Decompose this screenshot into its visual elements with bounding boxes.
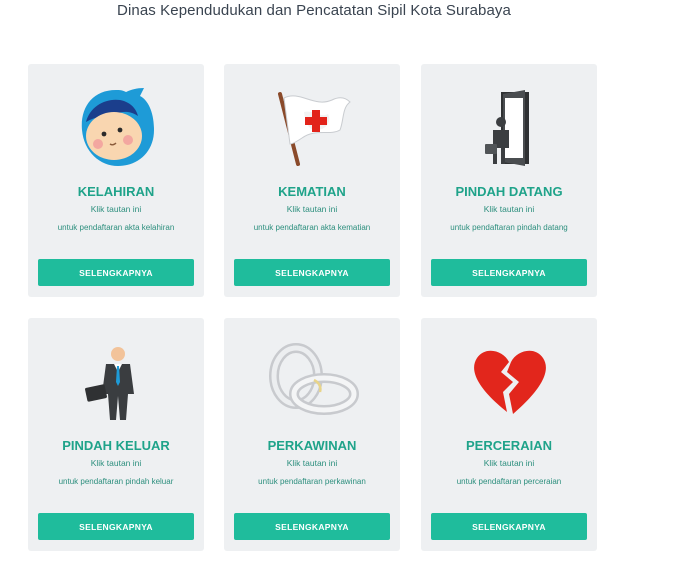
selengkapnya-button[interactable]: SELENGKAPNYA [38,513,194,540]
card-description: untuk pendaftaran pindah datang [450,223,568,232]
card-subtitle: Klik tautan ini [90,458,142,468]
card-title: PERCERAIAN [466,438,552,453]
card-description: untuk pendaftaran akta kematian [253,223,371,232]
card-pindah-keluar: PINDAH KELUAR Klik tautan ini untuk pend… [28,318,204,551]
card-title: PINDAH KELUAR [62,438,170,453]
card-title: PERKAWINAN [267,438,357,453]
selengkapnya-button[interactable]: SELENGKAPNYA [431,259,587,286]
broken-heart-icon [421,340,597,424]
wedding-rings-icon [224,340,400,424]
card-title: KELAHIRAN [77,184,155,199]
card-title: PINDAH DATANG [455,184,563,199]
card-kelahiran: KELAHIRAN Klik tautan ini untuk pendafta… [28,64,204,297]
red-cross-flag-icon [224,86,400,170]
card-kematian: KEMATIAN Klik tautan ini untuk pendaftar… [224,64,400,297]
selengkapnya-button[interactable]: SELENGKAPNYA [234,259,390,286]
card-subtitle: Klik tautan ini [286,458,338,468]
selengkapnya-button[interactable]: SELENGKAPNYA [38,259,194,286]
selengkapnya-button[interactable]: SELENGKAPNYA [234,513,390,540]
card-subtitle: Klik tautan ini [483,204,535,214]
businessman-briefcase-icon [28,340,204,424]
card-pindah-datang: PINDAH DATANG Klik tautan ini untuk pend… [421,64,597,297]
card-perkawinan: PERKAWINAN Klik tautan ini untuk pendaft… [224,318,400,551]
selengkapnya-button[interactable]: SELENGKAPNYA [431,513,587,540]
card-description: untuk pendaftaran perceraian [456,477,562,486]
card-description: untuk pendaftaran perkawinan [258,477,366,486]
card-title: KEMATIAN [278,184,346,199]
card-description: untuk pendaftaran akta kelahiran [57,223,175,232]
card-subtitle: Klik tautan ini [286,204,338,214]
card-subtitle: Klik tautan ini [483,458,535,468]
card-subtitle: Klik tautan ini [90,204,142,214]
card-perceraian: PERCERAIAN Klik tautan ini untuk pendaft… [421,318,597,551]
card-description: untuk pendaftaran pindah keluar [58,477,174,486]
baby-icon [28,86,204,170]
person-entering-door-icon [421,86,597,170]
page-title: Dinas Kependudukan dan Pencatatan Sipil … [117,2,511,19]
